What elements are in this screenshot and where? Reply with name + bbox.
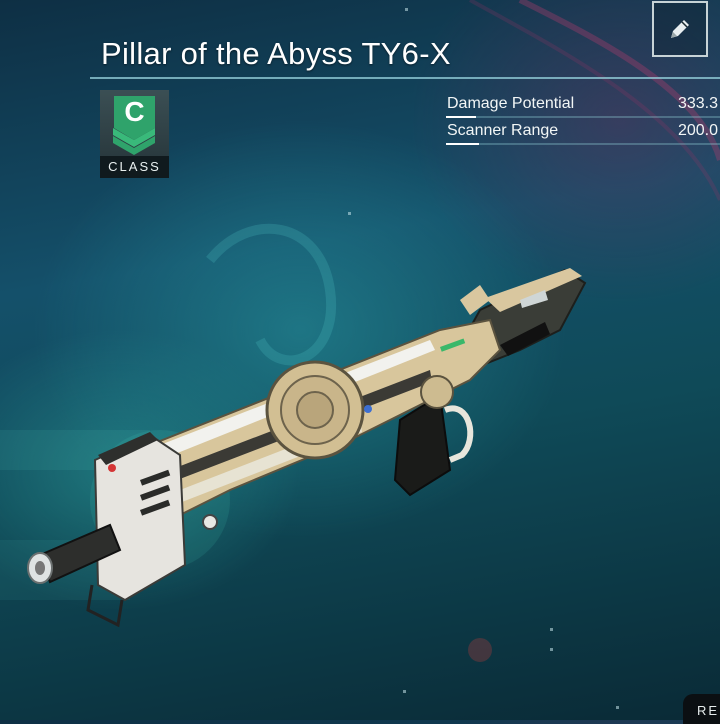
- rename-button[interactable]: [652, 1, 708, 57]
- stat-bar-fill: [446, 116, 477, 118]
- class-badge: C CLASS: [100, 90, 169, 178]
- class-letter: C: [124, 96, 145, 127]
- weapon-title: Pillar of the Abyss TY6-X: [101, 36, 451, 71]
- stat-bar-track: [446, 143, 720, 145]
- title-divider: [90, 77, 720, 79]
- class-label: CLASS: [100, 156, 169, 178]
- pencil-icon: [671, 20, 689, 38]
- stat-row-damage: Damage Potential 333.3: [446, 95, 720, 122]
- stat-label: Damage Potential: [447, 95, 575, 112]
- stat-bar-track: [446, 116, 720, 118]
- stat-bar-fill: [446, 143, 479, 145]
- stat-value: 200.0: [677, 122, 718, 139]
- stat-row-scanner: Scanner Range 200.0: [446, 122, 720, 149]
- stat-value: 333.3: [677, 95, 718, 112]
- stat-label: Scanner Range: [447, 122, 559, 139]
- class-badge-emblem: C: [100, 90, 169, 156]
- stats-panel: Damage Potential 333.3 Scanner Range 200…: [446, 95, 720, 149]
